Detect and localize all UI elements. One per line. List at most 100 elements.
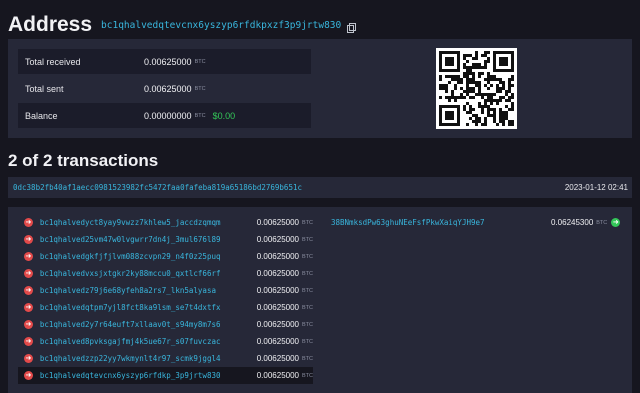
qr-module [475, 114, 478, 117]
qr-module [466, 72, 469, 75]
input-address[interactable]: bc1qhalved25vm47w0lvgwrr7dn4j_3mul676l89 [40, 235, 257, 244]
qr-module [487, 51, 490, 54]
arrow-right-icon[interactable]: ➜ [24, 286, 33, 295]
input-address[interactable]: bc1qhalved8pvksgajfmj4k5ue67r_s07fuvczac [40, 337, 257, 346]
qr-module [445, 111, 448, 114]
arrow-right-icon[interactable]: ➜ [611, 218, 621, 227]
arrow-right-icon[interactable]: ➜ [24, 303, 33, 312]
qr-module [466, 90, 469, 93]
qr-module [481, 66, 484, 69]
qr-module [451, 123, 454, 126]
qr-module [505, 93, 508, 96]
qr-module [505, 63, 508, 66]
qr-module [493, 120, 496, 123]
qr-module [451, 117, 454, 120]
copy-icon[interactable] [347, 23, 357, 33]
qr-module [493, 108, 496, 111]
qr-module [508, 84, 511, 87]
qr-module [457, 96, 460, 99]
address-hash[interactable]: bc1qhalvedqtevcnx6yszyp6rfdkpxzf3p9jrtw8… [101, 14, 341, 38]
qr-module [439, 60, 442, 63]
arrow-right-icon[interactable]: ➜ [24, 235, 33, 244]
stat-label: Balance [25, 110, 58, 121]
input-address[interactable]: bc1qhalvedgkfjfjlvm088zcvpn29_n4f0z25puq [40, 252, 257, 261]
qr-module [502, 57, 505, 60]
input-address[interactable]: bc1qhalved2y7r64euft7xllaav0t_s94my8m7s6 [40, 320, 257, 329]
qr-module [487, 111, 490, 114]
qr-module [484, 66, 487, 69]
qr-module [457, 120, 460, 123]
qr-module [454, 123, 457, 126]
arrow-right-icon[interactable]: ➜ [24, 218, 33, 227]
arrow-right-icon[interactable]: ➜ [24, 269, 33, 278]
input-address[interactable]: bc1qhalvedyct8yay9vwzz7khlew5_jaccdzqmqm [40, 218, 257, 227]
qr-module [442, 84, 445, 87]
input-address[interactable]: bc1qhalvedz79j6e68yfeh8a2rs7_lkn5alyasa [40, 286, 257, 295]
stat-value: 0.00625000 [144, 56, 192, 67]
qr-module [511, 60, 514, 63]
qr-module [484, 63, 487, 66]
qr-module [451, 93, 454, 96]
arrow-right-icon[interactable]: ➜ [24, 320, 33, 329]
unit-label: BTC [302, 304, 313, 311]
qr-module [439, 57, 442, 60]
qr-module [469, 90, 472, 93]
qr-module [457, 69, 460, 72]
input-row-current-address: ➜ bc1qhalvedqtevcnx6yszyp6rfdkp_3p9jrtw83… [18, 367, 313, 384]
input-address[interactable]: bc1qhalvedzzp22yy7wkmynlt4r97_scmk9jggl4 [40, 354, 257, 363]
qr-module [496, 84, 499, 87]
input-row: ➜ bc1qhalved8pvksgajfmj4k5ue67r_s07fuvcza… [18, 333, 313, 350]
qr-module [451, 105, 454, 108]
input-amount: 0.00625000 [256, 218, 299, 227]
total-sent-row: Total sent 0.00625000 BTC [18, 76, 311, 101]
transaction-id-link[interactable]: 0dc38b2fb40af1aecc0981523982fc5472faa0fa… [13, 183, 302, 192]
qr-module [448, 63, 451, 66]
qr-module [499, 96, 502, 99]
qr-module [496, 90, 499, 93]
arrow-right-icon[interactable]: ➜ [24, 337, 33, 346]
qr-module [478, 63, 481, 66]
output-address[interactable]: 38BNmksdPw63ghuNEeFsfPkwXaiqYJH9e7 [330, 218, 551, 227]
qr-module [475, 117, 478, 120]
qr-module [511, 51, 514, 54]
input-address[interactable]: bc1qhalvedqtpm7yjl8fct8ka9lsm_se7t4dxtfx [40, 303, 257, 312]
qr-module [502, 111, 505, 114]
qr-module [511, 93, 514, 96]
qr-module [505, 114, 508, 117]
qr-module [451, 60, 454, 63]
qr-module [457, 114, 460, 117]
arrow-right-icon[interactable]: ➜ [24, 252, 33, 261]
qr-module [502, 117, 505, 120]
qr-module [469, 111, 472, 114]
qr-module [439, 75, 442, 78]
qr-module [454, 99, 457, 102]
unit-label: BTC [302, 287, 313, 294]
qr-module [445, 90, 448, 93]
qr-module [472, 66, 475, 69]
qr-module [490, 75, 493, 78]
arrow-right-icon[interactable]: ➜ [24, 371, 33, 380]
qr-module [511, 84, 514, 87]
qr-module [511, 57, 514, 60]
input-row: ➜ bc1qhalvedvxsjxtgkr2ky88mccu0_qxtlcf66r… [18, 265, 313, 282]
qr-module [490, 108, 493, 111]
address-stats: Total received 0.00625000 BTC Total sent… [18, 49, 311, 130]
qr-module [475, 57, 478, 60]
qr-module [475, 93, 478, 96]
qr-module [463, 66, 466, 69]
qr-module [448, 99, 451, 102]
qr-module [466, 75, 469, 78]
qr-module [496, 87, 499, 90]
input-address[interactable]: bc1qhalvedvxsjxtgkr2ky88mccu0_qxtlcf66rf [40, 269, 257, 278]
qr-module [487, 75, 490, 78]
qr-module [490, 96, 493, 99]
qr-module [484, 102, 487, 105]
qr-module [445, 117, 448, 120]
arrow-right-icon[interactable]: ➜ [24, 354, 33, 363]
input-address[interactable]: bc1qhalvedqtevcnx6yszyp6rfdkp_3p9jrtw830 [40, 371, 257, 380]
qr-module [439, 108, 442, 111]
qr-module [466, 123, 469, 126]
qr-module [448, 57, 451, 60]
transactions-heading: 2 of 2 transactions [8, 151, 159, 170]
qr-module [508, 108, 511, 111]
